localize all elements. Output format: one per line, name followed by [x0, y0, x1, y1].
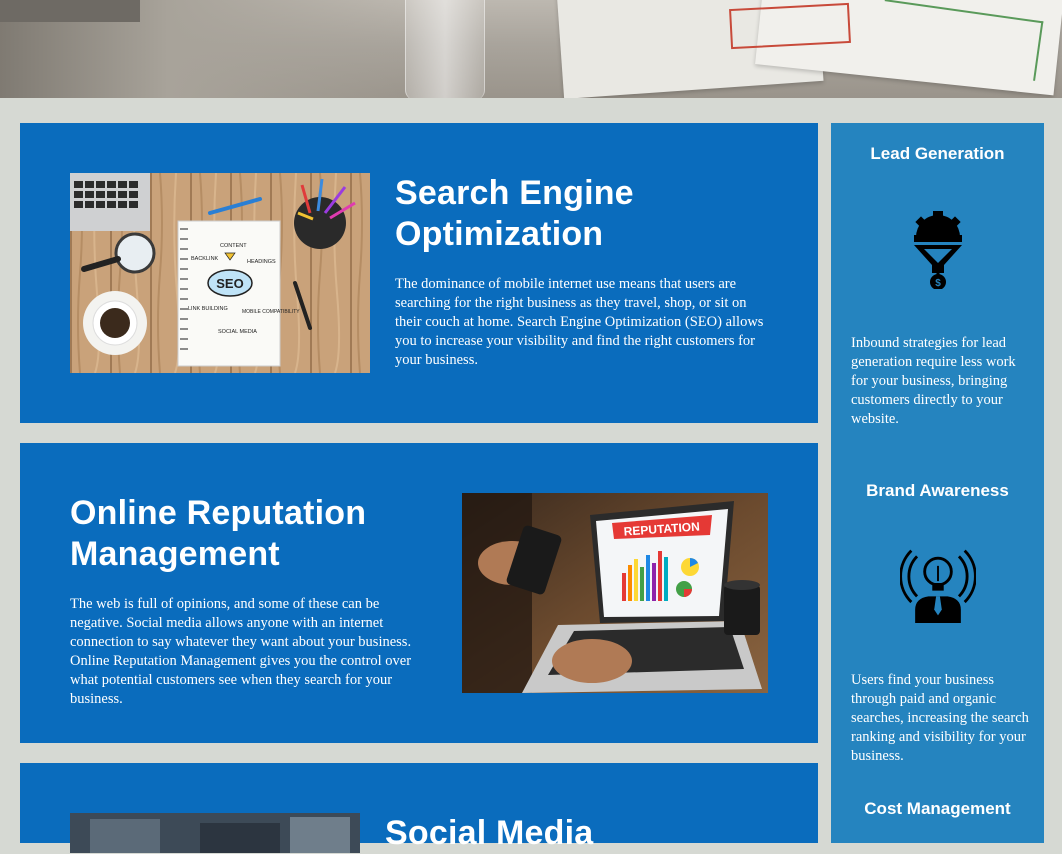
service-card-seo: SEO BACKLINK CONTENT HEADINGS LINK BUILD…: [20, 123, 818, 423]
reputation-laptop-image: REPUTATION: [462, 493, 768, 693]
sidebar-text-brand-awareness: Users find your business through paid an…: [851, 672, 1029, 764]
svg-text:SOCIAL MEDIA: SOCIAL MEDIA: [218, 329, 257, 335]
benefits-sidebar: Lead Generation $ Inbound strategies for…: [831, 123, 1044, 843]
service-title: Search Engine Optimization: [395, 174, 634, 253]
sidebar-heading-lead-generation: Lead Generation: [870, 144, 1005, 163]
svg-text:MOBILE COMPATIBILITY: MOBILE COMPATIBILITY: [242, 309, 300, 315]
svg-text:LINK BUILDING: LINK BUILDING: [188, 306, 228, 312]
sidebar-heading-brand-awareness: Brand Awareness: [866, 481, 1009, 500]
service-card-social-media: Social Media: [20, 763, 818, 853]
service-description: The dominance of mobile internet use mea…: [395, 276, 764, 368]
seo-cloud-label: SEO: [216, 276, 243, 291]
glass-cup: [405, 0, 485, 98]
svg-text:$: $: [935, 278, 941, 289]
svg-text:HEADINGS: HEADINGS: [247, 259, 276, 265]
seo-notebook-image: SEO BACKLINK CONTENT HEADINGS LINK BUILD…: [70, 173, 370, 373]
hero-banner-image: [0, 0, 1062, 98]
paper-chart-red: [729, 2, 851, 50]
social-media-image: [70, 813, 360, 853]
service-title: Social Media: [385, 814, 594, 852]
svg-text:CONTENT: CONTENT: [220, 243, 247, 249]
lead-funnel-icon: $: [914, 211, 962, 289]
lightbulb-head-icon: [900, 549, 976, 623]
sidebar-text-lead-generation: Inbound strategies for lead generation r…: [851, 335, 1016, 427]
svg-text:BACKLINK: BACKLINK: [191, 256, 219, 262]
sidebar-heading-cost-management: Cost Management: [864, 799, 1011, 818]
service-description: The web is full of opinions, and some of…: [70, 596, 412, 707]
service-title: Online Reputation Management: [70, 494, 367, 573]
laptop-edge: [0, 0, 140, 22]
service-card-reputation: Online Reputation Management The web is …: [20, 443, 818, 743]
